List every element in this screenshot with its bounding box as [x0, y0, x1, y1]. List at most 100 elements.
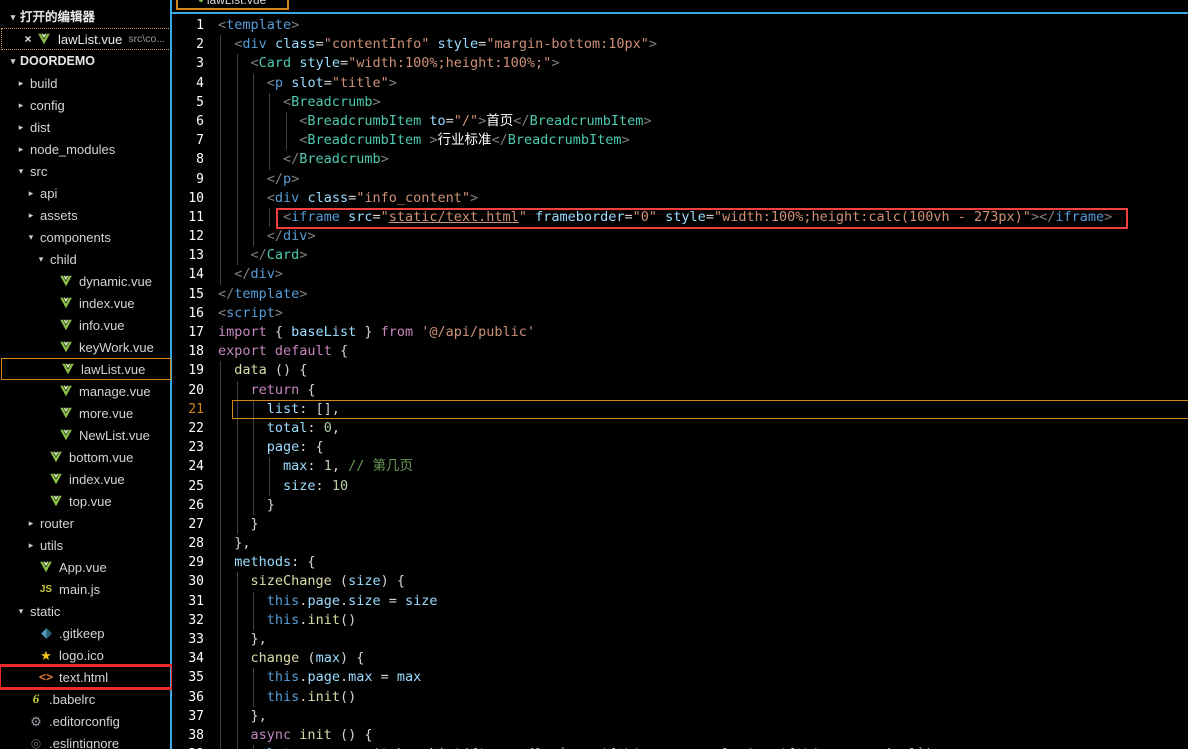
code-line[interactable]: 8 </Breadcrumb>	[172, 150, 1188, 170]
chevron-right-icon[interactable]	[24, 182, 38, 204]
chevron-right-icon[interactable]	[14, 138, 28, 160]
tree-item-bottom-vue[interactable]: bottom.vue	[0, 446, 172, 468]
tree-item-config[interactable]: config	[0, 94, 172, 116]
chevron-right-icon[interactable]	[24, 512, 38, 534]
tree-item-text-html[interactable]: <> text.html	[0, 664, 172, 690]
code-line[interactable]: 29 methods: {	[172, 553, 1188, 573]
code-line[interactable]: 26 }	[172, 495, 1188, 515]
code-token: {	[299, 381, 316, 398]
code-line-content: sizeChange (size) {	[218, 572, 1188, 592]
code-line[interactable]: 4 <p slot="title">	[172, 73, 1188, 93]
chevron-right-icon[interactable]	[14, 72, 28, 94]
chevron-down-icon[interactable]	[34, 248, 48, 270]
chevron-down-icon[interactable]	[14, 600, 28, 622]
code-line[interactable]: 31 this.page.size = size	[172, 591, 1188, 611]
code-line[interactable]: 19 data () {	[172, 361, 1188, 381]
code-line[interactable]: 3 <Card style="width:100%;height:100%;">	[172, 54, 1188, 74]
code-line[interactable]: 14 </div>	[172, 265, 1188, 285]
code-line[interactable]: 11 <iframe src="static/text.html" frameb…	[172, 207, 1188, 229]
code-line[interactable]: 17 import { baseList } from '@/api/public…	[172, 323, 1188, 342]
tree-item--gitkeep[interactable]: .gitkeep	[0, 622, 172, 644]
code-line[interactable]: 18 export default {	[172, 342, 1188, 361]
tree-item-static[interactable]: static	[0, 600, 172, 622]
code-line[interactable]: 13 </Card>	[172, 246, 1188, 266]
open-editor-item-lawlist[interactable]: × lawList.vue src\co...	[1, 28, 171, 50]
tree-item-info-vue[interactable]: info.vue	[0, 314, 172, 336]
code-line[interactable]: 34 change (max) {	[172, 649, 1188, 669]
code-line[interactable]: 28 },	[172, 534, 1188, 554]
tree-item-dynamic-vue[interactable]: dynamic.vue	[0, 270, 172, 292]
chevron-down-icon[interactable]	[14, 160, 28, 182]
code-line[interactable]: 15 </template>	[172, 285, 1188, 304]
code-token: >	[291, 170, 300, 187]
code-line[interactable]: 35 this.page.max = max	[172, 668, 1188, 688]
indent-guide	[236, 630, 238, 650]
open-editors-header[interactable]: 打开的编辑器	[0, 6, 172, 28]
tab-lawlist-vue[interactable]: lawList.vue	[176, 0, 289, 10]
chevron-down-icon[interactable]	[24, 226, 38, 248]
project-root-header[interactable]: DOORDEMO	[0, 50, 172, 72]
tree-item-manage-vue[interactable]: manage.vue	[0, 380, 172, 402]
code-line[interactable]: 9 </p>	[172, 169, 1188, 189]
code-line[interactable]: 25 size: 10	[172, 476, 1188, 496]
code-line[interactable]: 7 <BreadcrumbItem >行业标准</BreadcrumbItem>	[172, 131, 1188, 151]
indent-guide	[220, 54, 222, 74]
code-line[interactable]: 37 },	[172, 706, 1188, 726]
code-line[interactable]: 38 async init () {	[172, 725, 1188, 746]
code-line[interactable]: 6 <BreadcrumbItem to="/">首页</BreadcrumbI…	[172, 111, 1188, 132]
chevron-right-icon[interactable]	[14, 94, 28, 116]
tree-item--eslintignore[interactable]: ◎ .eslintignore	[0, 732, 172, 749]
chevron-right-icon[interactable]	[24, 204, 38, 226]
tree-item-components[interactable]: components	[0, 226, 172, 248]
code-line[interactable]: 32 this.init()	[172, 610, 1188, 630]
tree-item-index-vue[interactable]: index.vue	[0, 468, 172, 490]
tree-item-src[interactable]: src	[0, 160, 172, 182]
code-line[interactable]: 12 </div>	[172, 227, 1188, 247]
code-token: this	[266, 611, 300, 628]
tree-item-assets[interactable]: assets	[0, 204, 172, 226]
tree-item--babelrc[interactable]: 6 .babelrc	[0, 688, 172, 710]
code-line[interactable]: 16 <script>	[172, 304, 1188, 323]
code-line[interactable]: 20 return {	[172, 380, 1188, 400]
code-line[interactable]: 2 <div class="contentInfo" style="margin…	[172, 35, 1188, 55]
tree-item-api[interactable]: api	[0, 182, 172, 204]
tab-label: lawList.vue	[206, 0, 267, 7]
tree-item-main-js[interactable]: JS main.js	[0, 578, 172, 600]
code-editor[interactable]: 1 <template> 2 <div class="contentInfo" st…	[172, 14, 1188, 749]
tree-item-utils[interactable]: utils	[0, 534, 172, 556]
spacer-icon	[34, 490, 48, 512]
code-line[interactable]: 23 page: {	[172, 438, 1188, 458]
code-line[interactable]: 24 max: 1, // 第几页	[172, 457, 1188, 477]
tree-item-dist[interactable]: dist	[0, 116, 172, 138]
tree-item-logo-ico[interactable]: ★ logo.ico	[0, 644, 172, 666]
tree-item--editorconfig[interactable]: ⚙ .editorconfig	[0, 710, 172, 732]
code-line[interactable]: 36 this.init()	[172, 687, 1188, 707]
tree-item-lawlist-vue[interactable]: lawList.vue	[1, 358, 171, 380]
tree-item-node-modules[interactable]: node_modules	[0, 138, 172, 160]
code-token: :	[315, 477, 332, 494]
spacer-icon	[44, 424, 58, 446]
code-line[interactable]: 22 total: 0,	[172, 418, 1188, 439]
code-line[interactable]: 1 <template>	[172, 16, 1188, 35]
code-line[interactable]: 21 list: [],	[172, 399, 1188, 419]
tree-item-build[interactable]: build	[0, 72, 172, 94]
tree-item-newlist-vue[interactable]: NewList.vue	[0, 424, 172, 446]
tree-item-keywork-vue[interactable]: keyWork.vue	[0, 336, 172, 358]
tree-item-app-vue[interactable]: App.vue	[0, 556, 172, 578]
tree-item-index-vue[interactable]: index.vue	[0, 292, 172, 314]
code-line[interactable]: 30 sizeChange (size) {	[172, 572, 1188, 592]
close-icon[interactable]: ×	[20, 32, 36, 46]
code-token: import	[218, 324, 267, 340]
tree-item-more-vue[interactable]: more.vue	[0, 402, 172, 424]
tree-item-top-vue[interactable]: top.vue	[0, 490, 172, 512]
code-token: ,	[331, 419, 340, 436]
code-line[interactable]: 5 <Breadcrumb>	[172, 92, 1188, 112]
chevron-right-icon[interactable]	[14, 116, 28, 138]
code-line[interactable]: 33 },	[172, 630, 1188, 650]
chevron-right-icon[interactable]	[24, 534, 38, 556]
code-line[interactable]: 10 <div class="info_content">	[172, 188, 1188, 208]
code-line[interactable]: 39 let res = await baseList({type: 4}, `…	[172, 745, 1188, 749]
code-line[interactable]: 27 }	[172, 514, 1188, 535]
tree-item-child[interactable]: child	[0, 248, 172, 270]
tree-item-router[interactable]: router	[0, 512, 172, 534]
